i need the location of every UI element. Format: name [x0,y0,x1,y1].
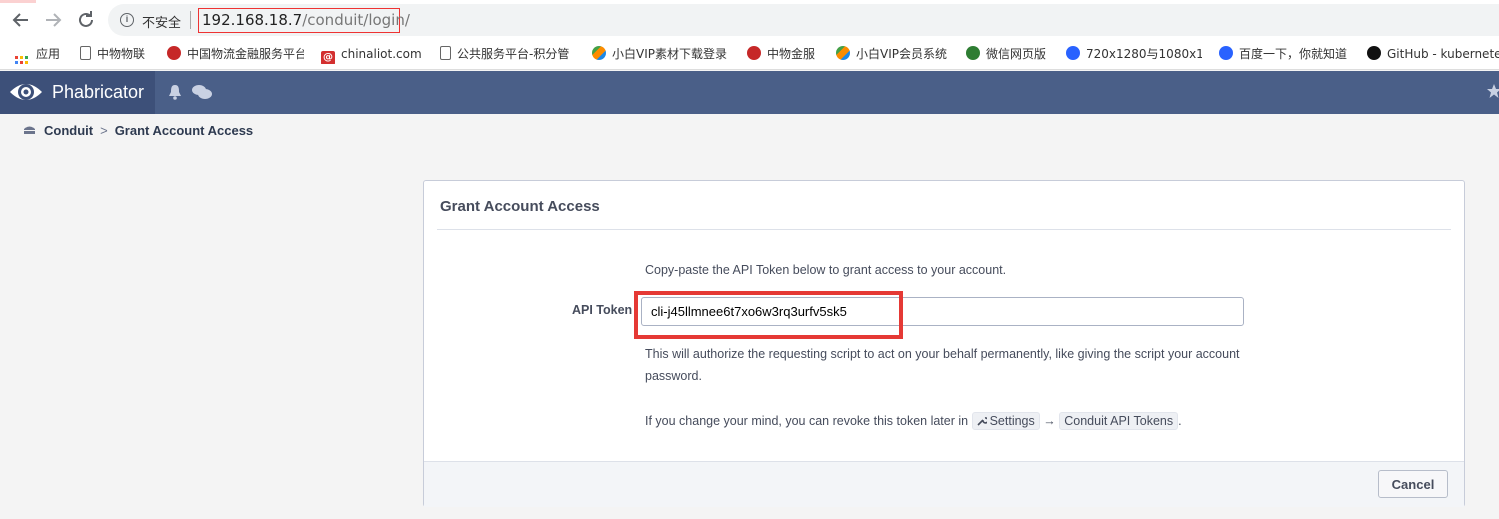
apps-grid-icon [15,56,28,64]
bookmark-item[interactable]: 720x1280与1080x19 [1066,46,1202,64]
paw-icon [1066,46,1080,60]
red-logo-icon [167,46,181,60]
bookmark-item[interactable]: 中物金服 [747,46,819,64]
api-token-label: API Token [572,303,633,317]
panel-footer: Cancel [424,461,1464,507]
app-header: Phabricator [0,71,1499,114]
security-label: 不安全 [142,16,182,31]
bookmark-item[interactable]: 微信网页版 [966,46,1050,64]
bookmark-item[interactable]: GitHub - kubernetes [1367,46,1499,64]
breadcrumb-separator: > [100,123,108,138]
grant-access-panel: Grant Account Access Copy-paste the API … [423,180,1465,507]
at-icon: @ [321,51,335,64]
back-arrow-icon[interactable] [9,8,33,32]
chat-icon[interactable] [192,84,212,100]
instructions-text: Copy-paste the API Token below to grant … [645,263,1007,277]
cancel-button[interactable]: Cancel [1378,470,1448,498]
breadcrumb-conduit[interactable]: Conduit [44,123,93,138]
breadcrumb-current: Grant Account Access [114,123,254,138]
browser-toolbar: i 不安全 192.168.18.7/conduit/login/ [0,0,1499,38]
panel-title: Grant Account Access [440,198,600,215]
divider [190,11,191,29]
url-field[interactable]: 192.168.18.7/conduit/login/ [198,8,410,33]
hex-logo-icon [592,46,606,60]
reload-icon[interactable] [74,8,98,32]
address-bar[interactable]: i 不安全 192.168.18.7/conduit/login/ [108,4,1499,36]
bookmarks-bar: 应用 中物物联 中国物流金融服务平台 @ chinaliot.com 公共服务平台… [0,38,1499,70]
bookmark-item[interactable]: @ chinaliot.com [321,46,423,64]
conduit-api-tokens-link[interactable]: Conduit API Tokens [1059,412,1179,430]
bookmark-item[interactable]: 百度一下，你就知道 [1219,46,1352,64]
bookmark-item[interactable]: 中国物流金融服务平台 [167,46,304,64]
url-path: /conduit/login/ [302,11,410,29]
home-logo[interactable]: Phabricator [0,71,155,114]
arrow-separator: → [1043,414,1056,428]
bookmark-item[interactable]: 中物物联 [80,46,150,64]
bookmark-item[interactable]: 小白VIP会员系统 [836,46,951,64]
revoke-instructions: If you change your mind, you can revoke … [645,412,1182,430]
authorization-description: This will authorize the requesting scrip… [645,347,1240,383]
document-icon [440,46,451,60]
hex-logo-icon [836,46,850,60]
bookmark-item[interactable]: 公共服务平台-积分管 [440,46,575,64]
app-name: Phabricator [52,82,145,102]
wechat-icon [966,46,980,60]
conduit-icon [24,126,35,134]
breadcrumb: Conduit > Grant Account Access [23,123,253,138]
star-icon[interactable] [1486,83,1499,99]
phabricator-eye-icon [10,84,42,100]
red-logo-icon [747,46,761,60]
bookmark-apps[interactable]: 应用 [15,46,60,64]
document-icon [80,46,91,60]
bookmark-item[interactable]: 小白VIP素材下载登录 [592,46,730,64]
forward-arrow-icon[interactable] [41,8,65,32]
bell-icon[interactable] [168,84,182,100]
settings-link[interactable]: Settings [971,412,1040,430]
url-host: 192.168.18.7 [202,11,303,29]
paw-icon [1219,46,1233,60]
divider [437,229,1451,230]
api-token-input[interactable] [641,297,1244,326]
tab-strip [0,0,1499,3]
github-icon [1367,46,1381,60]
info-icon[interactable]: i [120,13,134,27]
wrench-icon [977,417,987,426]
